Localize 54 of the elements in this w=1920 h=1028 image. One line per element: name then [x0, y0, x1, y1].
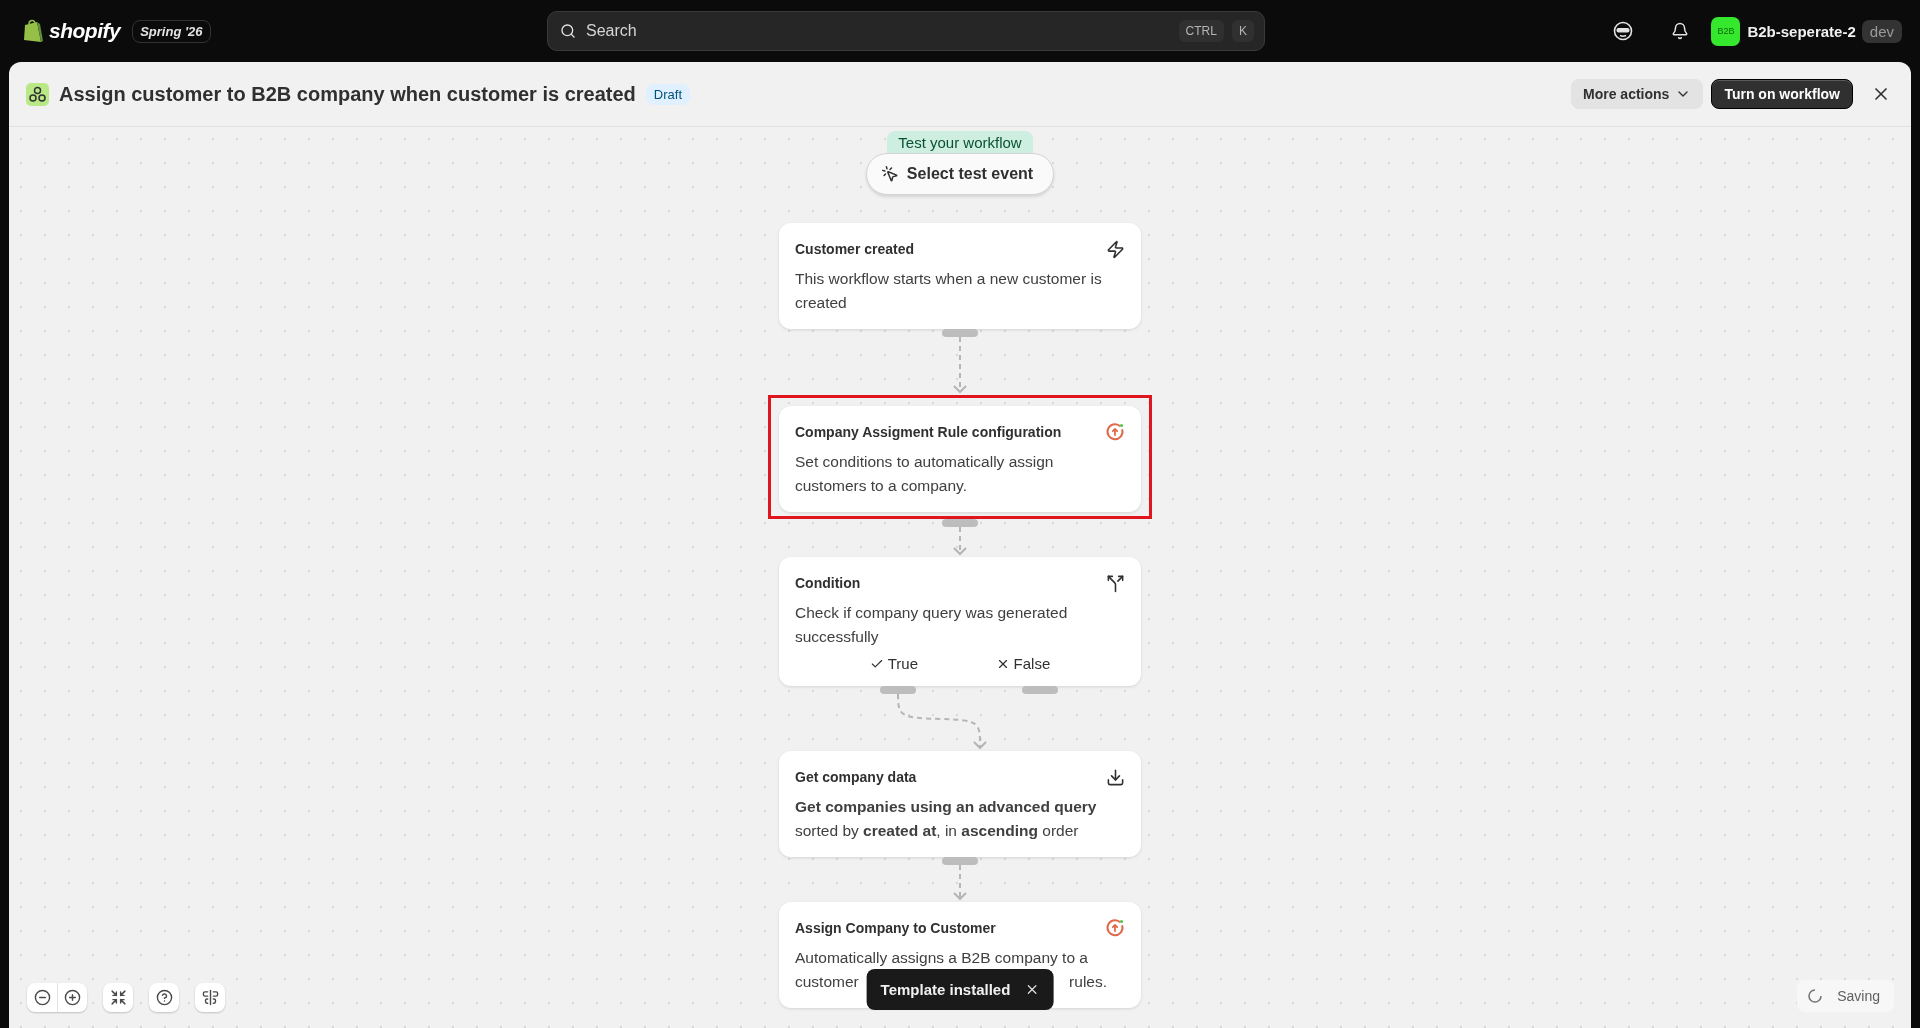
bell-icon	[1671, 22, 1690, 40]
workflow-title: Assign customer to B2B company when customer is created	[59, 82, 636, 106]
step-description: This workflow starts when a new customer is created	[795, 269, 1103, 313]
help-icon	[155, 989, 173, 1006]
shrink-icon	[109, 989, 127, 1006]
shopify-logo[interactable]: shopify	[22, 18, 121, 44]
search-input[interactable]: Search	[583, 21, 1171, 41]
branch-icon	[1106, 573, 1125, 593]
shortcut-key: CTRL	[1178, 20, 1224, 42]
connector-arrow	[940, 519, 980, 557]
workflow-step-card[interactable]: Get company data Get companies using an advanced query sorted by created at, in ascending order	[779, 751, 1141, 857]
lightning-icon	[1106, 239, 1125, 259]
status-badge: Draft	[645, 83, 690, 105]
branch-label: True	[869, 655, 919, 672]
store-badge: dev	[1861, 19, 1902, 43]
step-description: rules.	[1069, 972, 1107, 992]
step-title: Condition	[795, 575, 861, 591]
download-icon	[1106, 767, 1125, 787]
workflow-app-icon	[26, 82, 49, 106]
step-title: Company Assigment Rule configuration	[795, 424, 1062, 440]
shortcut-key: K	[1231, 20, 1254, 42]
step-title: Get company data	[795, 769, 917, 785]
test-label: Test your workflow	[887, 131, 1033, 153]
workflow-step-card[interactable]: Customer created This workflow starts when a new customer is created	[779, 223, 1141, 329]
toast-message: Template installed	[880, 981, 1011, 998]
connector-arrow	[940, 329, 980, 395]
step-description: Get companies using an advanced query sorted by created at, in ascending order	[795, 797, 1098, 841]
step-title: Assign Company to Customer	[795, 920, 996, 936]
step-description: Set conditions to automatically assign customers to a company.	[795, 452, 1055, 496]
connector-arrow	[940, 857, 980, 902]
turn-on-button[interactable]: Turn on workflow	[1711, 79, 1853, 109]
store-avatar[interactable]: B2B	[1711, 16, 1741, 46]
minus-icon	[33, 989, 51, 1006]
saving-text: Saving	[1837, 988, 1880, 1004]
align-icon	[201, 989, 219, 1006]
step-description: customer	[795, 972, 859, 992]
edition-badge: Spring '26	[132, 19, 211, 43]
search-field[interactable]: Search CTRL K	[546, 11, 1265, 51]
search-icon	[559, 23, 576, 39]
workflow-step-card[interactable]: Company Assigment Rule configuration Set conditions to automatically assign customers to a company.	[779, 406, 1141, 512]
step-description: Check if company query was generated successfully	[795, 603, 1069, 647]
step-title: Customer created	[795, 241, 915, 257]
workflow-step-card[interactable]: Condition Check if company query was generated successfully True False	[779, 557, 1141, 686]
spinner-icon	[1807, 988, 1824, 1004]
pointer-click-icon	[880, 165, 899, 183]
branch-label: False	[995, 655, 1051, 672]
plus-icon	[64, 989, 81, 1006]
store-name[interactable]: B2b-seperate-2	[1747, 22, 1856, 40]
more-actions-button[interactable]: More actions	[1571, 79, 1704, 109]
refresh-icon	[1105, 918, 1125, 938]
select-test-event-button[interactable]: Select test event	[865, 153, 1055, 195]
refresh-icon	[1105, 422, 1125, 442]
step-description: Automatically assigns a B2B company to a	[795, 948, 1089, 968]
face-icon	[1613, 21, 1634, 41]
